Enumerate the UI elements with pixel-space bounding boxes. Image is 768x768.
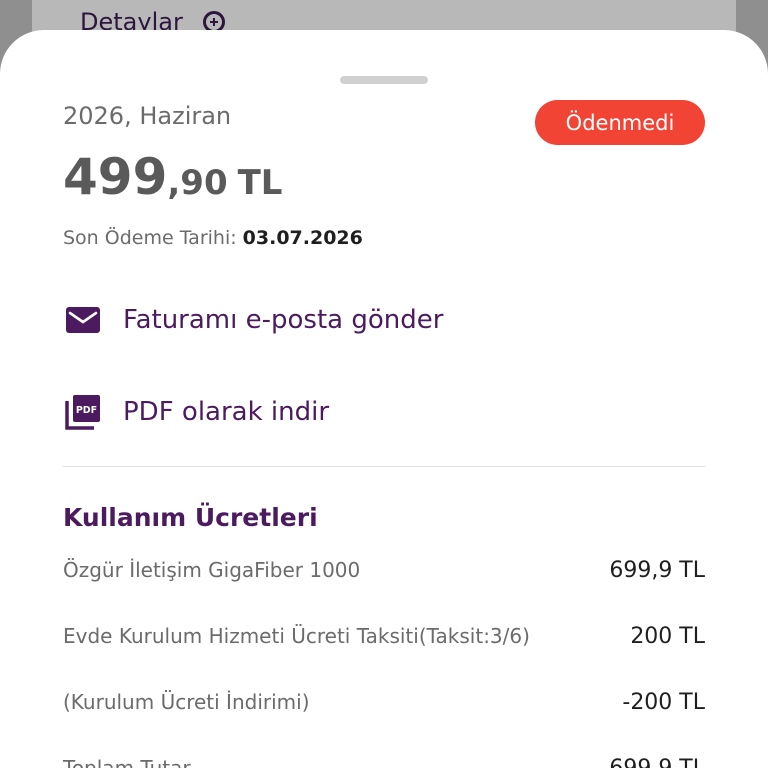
download-pdf-label: PDF olarak indir	[123, 397, 330, 427]
total-label: Toplam Tutar	[63, 756, 191, 768]
fee-label: (Kurulum Ücreti İndirimi)	[63, 690, 310, 714]
due-date-label: Son Ödeme Tarihi:	[63, 227, 243, 249]
sheet-drag-handle[interactable]	[340, 76, 428, 84]
amount-integer: 499	[63, 148, 168, 206]
mail-icon	[66, 307, 100, 333]
fee-label: Evde Kurulum Hizmeti Ücreti Taksiti(Taks…	[63, 624, 530, 648]
fee-row: (Kurulum Ücreti İndirimi) -200 TL	[63, 690, 705, 715]
send-email-button[interactable]: Faturamı e-posta gönder	[63, 300, 443, 340]
send-email-label: Faturamı e-posta gönder	[123, 305, 444, 335]
fee-value: -200 TL	[622, 690, 705, 715]
bill-detail-sheet: 2026, Haziran Ödenmedi 499,90 TL Son Ödem…	[0, 30, 768, 768]
download-pdf-button[interactable]: PDF PDF olarak indir	[63, 392, 329, 432]
bill-period: 2026, Haziran	[63, 102, 232, 130]
fee-label: Özgür İletişim GigaFiber 1000	[63, 558, 361, 582]
amount-fraction: ,90	[167, 163, 228, 203]
pdf-file-icon: PDF	[65, 395, 100, 430]
fee-row: Özgür İletişim GigaFiber 1000 699,9 TL	[63, 558, 705, 583]
payment-status-badge: Ödenmedi	[535, 100, 705, 145]
section-divider	[63, 466, 705, 467]
usage-fees-title: Kullanım Ücretleri	[63, 503, 318, 532]
fee-value: 699,9 TL	[609, 558, 705, 583]
fee-row: Evde Kurulum Hizmeti Ücreti Taksiti(Taks…	[63, 624, 705, 649]
due-date-line: Son Ödeme Tarihi: 03.07.2026	[63, 227, 363, 249]
total-row: Toplam Tutar 699,9 TL	[63, 756, 705, 768]
amount-currency: TL	[237, 163, 283, 203]
due-date-value: 03.07.2026	[242, 227, 363, 249]
pdf-icon-text: PDF	[76, 405, 97, 416]
bill-amount: 499,90 TL	[63, 148, 282, 206]
total-value: 699,9 TL	[609, 756, 705, 768]
fee-value: 200 TL	[630, 624, 705, 649]
